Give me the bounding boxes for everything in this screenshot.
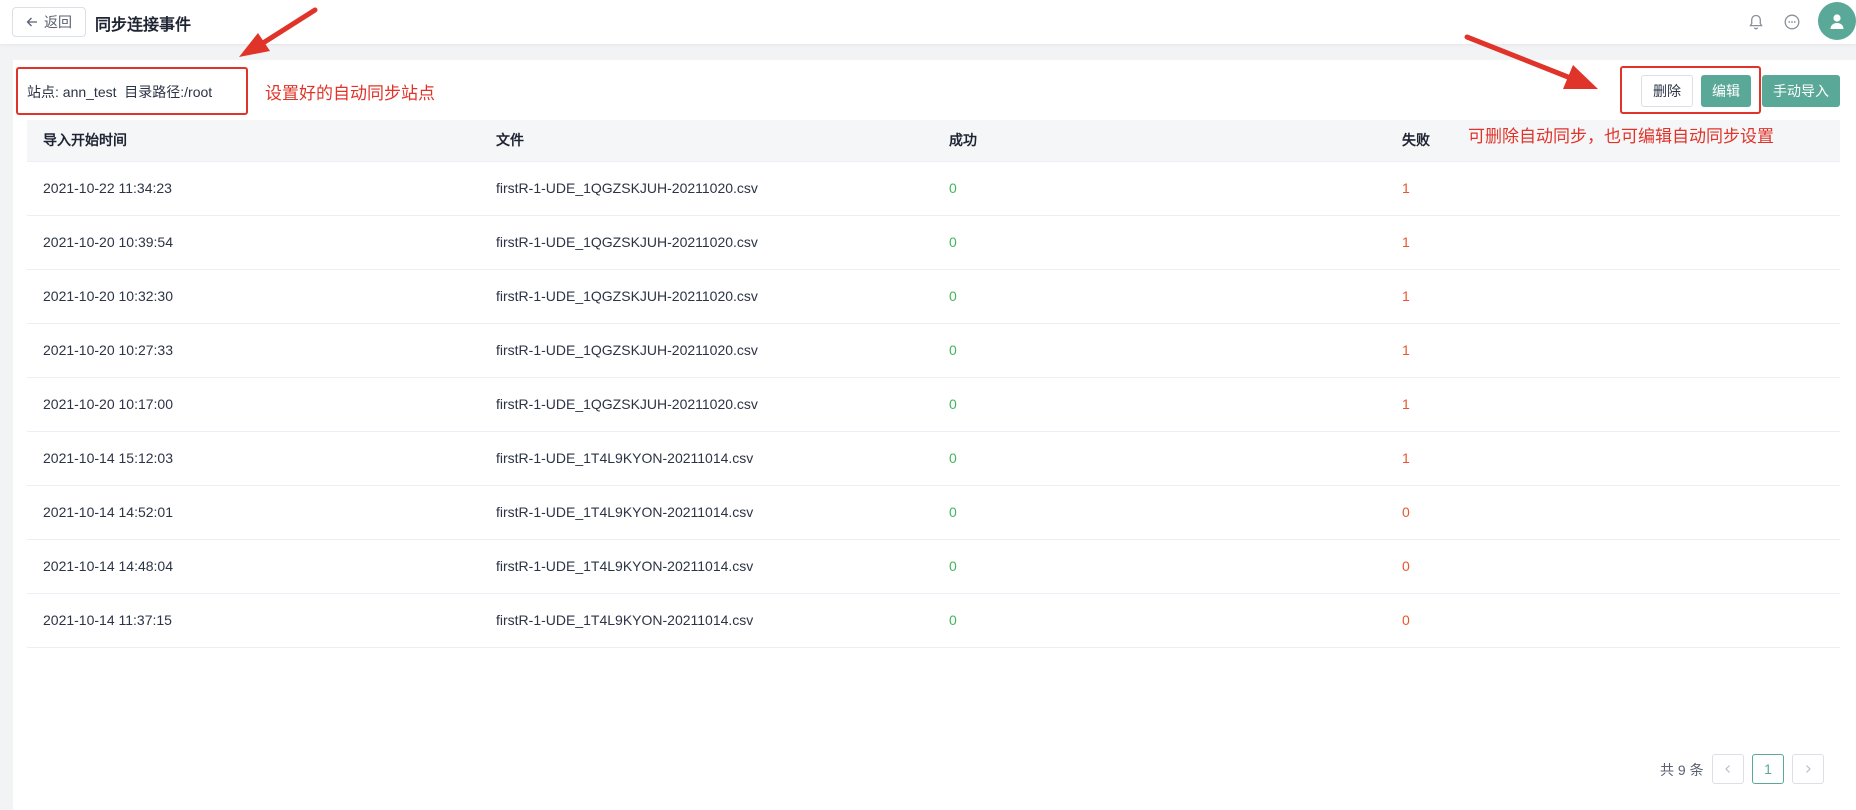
cell-file: firstR-1-UDE_1QGZSKJUH-20211020.csv	[480, 161, 933, 216]
annotation-box-actions	[1620, 66, 1761, 114]
cell-start-time: 2021-10-20 10:32:30	[27, 269, 480, 324]
arrow-left-icon	[26, 17, 37, 27]
column-header-file[interactable]: 文件	[480, 120, 933, 162]
events-table: 导入开始时间 文件 成功 失败 2021-10-22 11:34:23 firs…	[27, 120, 1840, 648]
cell-fail: 0	[1386, 485, 1840, 540]
cell-success: 0	[933, 269, 1386, 324]
cell-fail: 0	[1386, 539, 1840, 594]
chevron-left-icon	[1725, 765, 1730, 773]
back-button-label: 返回	[44, 14, 72, 30]
table-row[interactable]: 2021-10-14 15:12:03 firstR-1-UDE_1T4L9KY…	[27, 431, 1840, 486]
top-bar: 返回 同步连接事件	[0, 0, 1856, 44]
cell-file: firstR-1-UDE_1QGZSKJUH-20211020.csv	[480, 377, 933, 432]
cell-fail: 1	[1386, 431, 1840, 486]
cell-file: firstR-1-UDE_1T4L9KYON-20211014.csv	[480, 431, 933, 486]
page-button-current[interactable]: 1	[1752, 754, 1784, 784]
cell-file: firstR-1-UDE_1QGZSKJUH-20211020.csv	[480, 323, 933, 378]
cell-file: firstR-1-UDE_1QGZSKJUH-20211020.csv	[480, 269, 933, 324]
annotation-site-note: 设置好的自动同步站点	[265, 84, 435, 103]
table-row[interactable]: 2021-10-22 11:34:23 firstR-1-UDE_1QGZSKJ…	[27, 161, 1840, 216]
table-row[interactable]: 2021-10-20 10:17:00 firstR-1-UDE_1QGZSKJ…	[27, 377, 1840, 432]
cell-start-time: 2021-10-20 10:17:00	[27, 377, 480, 432]
cell-success: 0	[933, 485, 1386, 540]
cell-start-time: 2021-10-14 11:37:15	[27, 593, 480, 648]
annotation-box-site	[16, 67, 248, 115]
page-title: 同步连接事件	[95, 17, 192, 34]
back-button[interactable]: 返回	[12, 7, 86, 37]
cell-fail: 1	[1386, 161, 1840, 216]
cell-fail: 0	[1386, 593, 1840, 648]
column-header-success[interactable]: 成功	[933, 120, 1386, 162]
cell-start-time: 2021-10-14 14:48:04	[27, 539, 480, 594]
cell-success: 0	[933, 215, 1386, 270]
cell-start-time: 2021-10-14 15:12:03	[27, 431, 480, 486]
cell-fail: 1	[1386, 377, 1840, 432]
cell-file: firstR-1-UDE_1QGZSKJUH-20211020.csv	[480, 215, 933, 270]
table-row[interactable]: 2021-10-20 10:32:30 firstR-1-UDE_1QGZSKJ…	[27, 269, 1840, 324]
cell-start-time: 2021-10-14 14:52:01	[27, 485, 480, 540]
avatar[interactable]	[1818, 2, 1856, 40]
cell-success: 0	[933, 431, 1386, 486]
table-row[interactable]: 2021-10-20 10:39:54 firstR-1-UDE_1QGZSKJ…	[27, 215, 1840, 270]
annotation-actions-note: 可删除自动同步，也可编辑自动同步设置	[1468, 127, 1774, 146]
manual-import-button[interactable]: 手动导入	[1762, 75, 1840, 107]
message-icon[interactable]	[1781, 11, 1803, 33]
table-row[interactable]: 2021-10-14 14:52:01 firstR-1-UDE_1T4L9KY…	[27, 485, 1840, 540]
cell-file: firstR-1-UDE_1T4L9KYON-20211014.csv	[480, 539, 933, 594]
table-row[interactable]: 2021-10-14 11:37:15 firstR-1-UDE_1T4L9KY…	[27, 593, 1840, 648]
cell-success: 0	[933, 323, 1386, 378]
prev-page-button[interactable]	[1712, 754, 1744, 784]
pagination-total: 共 9 条	[1660, 762, 1704, 778]
column-header-start-time[interactable]: 导入开始时间	[27, 120, 480, 162]
chevron-right-icon	[1806, 765, 1811, 773]
next-page-button[interactable]	[1792, 754, 1824, 784]
table-row[interactable]: 2021-10-14 14:48:04 firstR-1-UDE_1T4L9KY…	[27, 539, 1840, 594]
cell-start-time: 2021-10-20 10:39:54	[27, 215, 480, 270]
cell-success: 0	[933, 539, 1386, 594]
cell-fail: 1	[1386, 323, 1840, 378]
cell-start-time: 2021-10-20 10:27:33	[27, 323, 480, 378]
table-row[interactable]: 2021-10-20 10:27:33 firstR-1-UDE_1QGZSKJ…	[27, 323, 1840, 378]
cell-success: 0	[933, 377, 1386, 432]
bell-icon[interactable]	[1745, 11, 1767, 33]
cell-success: 0	[933, 593, 1386, 648]
cell-fail: 1	[1386, 215, 1840, 270]
cell-file: firstR-1-UDE_1T4L9KYON-20211014.csv	[480, 593, 933, 648]
cell-file: firstR-1-UDE_1T4L9KYON-20211014.csv	[480, 485, 933, 540]
cell-success: 0	[933, 161, 1386, 216]
cell-fail: 1	[1386, 269, 1840, 324]
cell-start-time: 2021-10-22 11:34:23	[27, 161, 480, 216]
user-icon	[1830, 14, 1844, 29]
